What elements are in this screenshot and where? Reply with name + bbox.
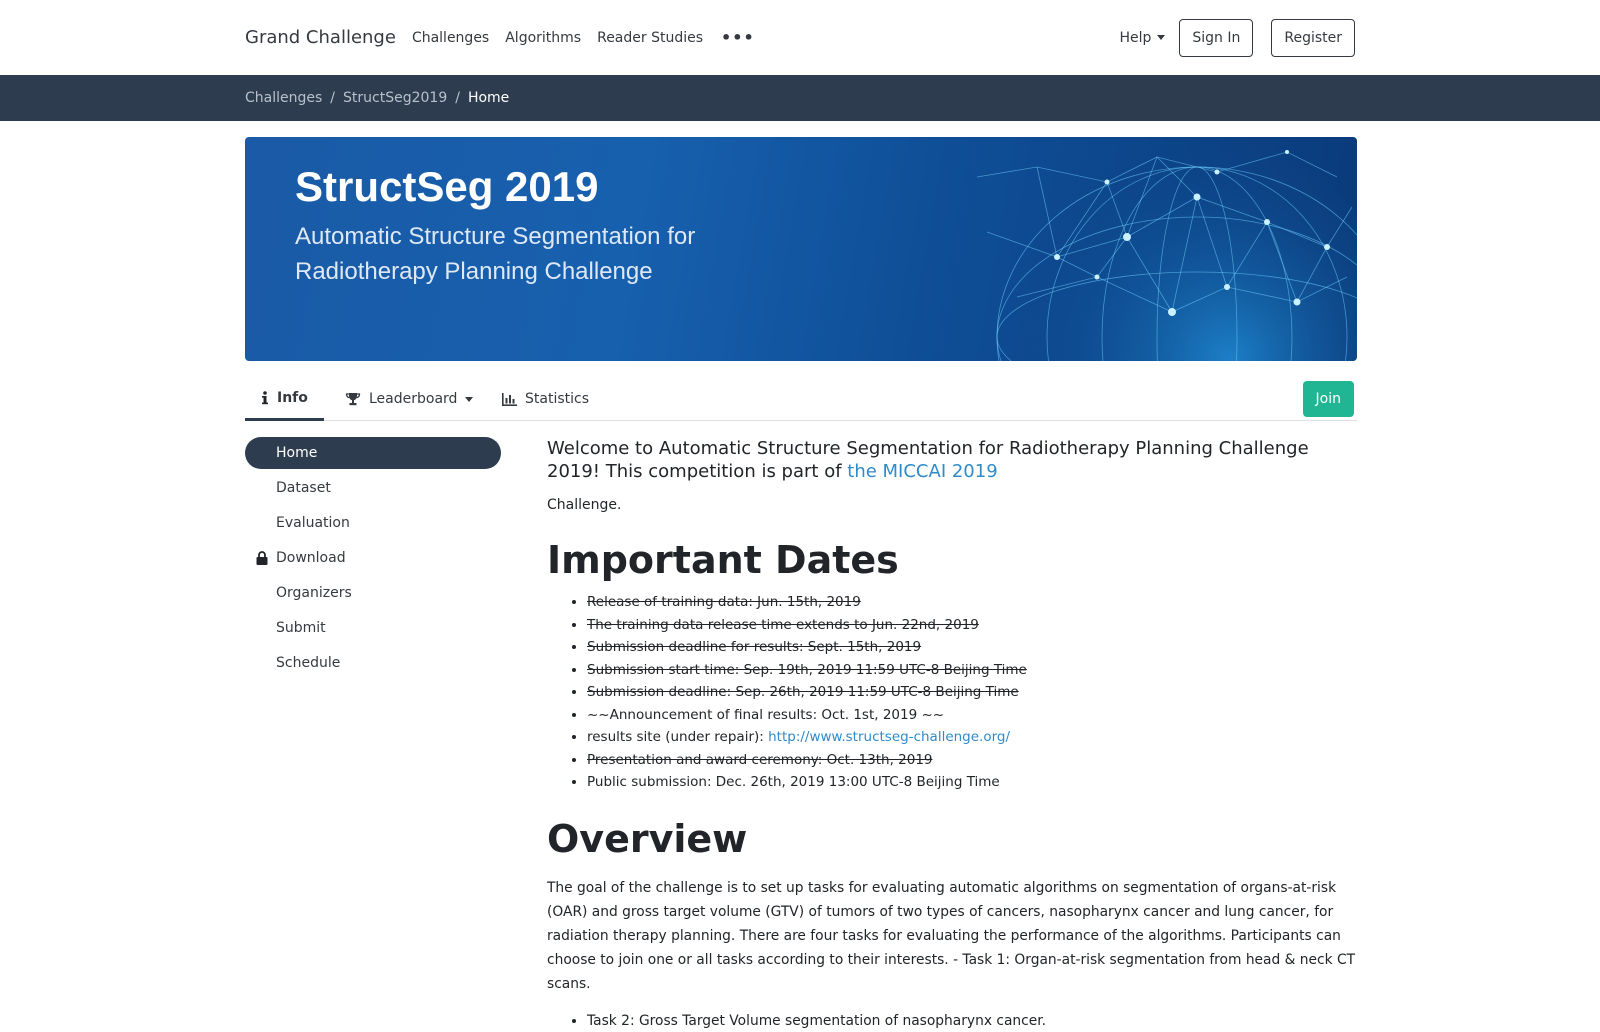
- main-content: Welcome to Automatic Structure Segmentat…: [547, 437, 1357, 1032]
- sidebar-item-home[interactable]: Home: [245, 437, 501, 469]
- help-dropdown[interactable]: Help: [1119, 29, 1166, 46]
- welcome-text: Welcome to Automatic Structure Segmentat…: [547, 437, 1357, 483]
- sidebar-nav: Home Dataset Evaluation Download Organiz…: [245, 437, 501, 682]
- chart-bar-icon: [502, 392, 517, 406]
- breadcrumb-home: Home: [467, 90, 510, 106]
- sidebar-item-label: Organizers: [276, 585, 352, 601]
- tab-statistics-label: Statistics: [525, 391, 589, 407]
- breadcrumb: Challenges / StructSeg2019 / Home: [245, 75, 509, 121]
- sidebar-item-label: Submit: [276, 620, 326, 636]
- nav-links: Challenges Algorithms Reader Studies •••: [412, 28, 755, 47]
- nav-link-algorithms[interactable]: Algorithms: [505, 30, 581, 46]
- sidebar-item-label: Download: [276, 550, 346, 566]
- tab-info[interactable]: Info: [245, 377, 324, 421]
- list-item: Task 2: Gross Target Volume segmentation…: [587, 1010, 1357, 1032]
- sidebar-item-label: Dataset: [276, 480, 331, 496]
- nav-right: Help Sign In Register: [1119, 18, 1355, 57]
- breadcrumb-separator: /: [330, 90, 336, 106]
- help-label: Help: [1119, 29, 1152, 46]
- sidebar-item-label: Schedule: [276, 655, 341, 671]
- tab-leaderboard-label: Leaderboard: [369, 391, 458, 407]
- breadcrumb-structseg2019[interactable]: StructSeg2019: [343, 90, 447, 106]
- info-icon: [262, 390, 268, 404]
- lock-icon: [256, 551, 268, 565]
- sidebar-item-label: Home: [276, 445, 318, 461]
- register-button[interactable]: Register: [1271, 18, 1355, 57]
- tab-info-label: Info: [277, 389, 308, 406]
- brand-link[interactable]: Grand Challenge: [245, 27, 396, 48]
- top-navbar: Grand Challenge Challenges Algorithms Re…: [0, 0, 1600, 75]
- more-menu-icon[interactable]: •••: [721, 28, 755, 47]
- list-item: ~~Announcement of final results: Oct. 1s…: [587, 704, 1357, 727]
- chevron-down-icon: [1157, 35, 1166, 40]
- sidebar-item-label: Evaluation: [276, 515, 350, 531]
- banner-title: StructSeg 2019: [295, 163, 599, 210]
- list-item: Public submission: Dec. 26th, 2019 13:00…: [587, 771, 1357, 794]
- sidebar-item-submit[interactable]: Submit: [245, 612, 501, 644]
- list-item: Submission start time: Sep. 19th, 2019 1…: [587, 659, 1357, 682]
- breadcrumb-bar: Challenges / StructSeg2019 / Home: [0, 75, 1600, 121]
- sidebar-item-dataset[interactable]: Dataset: [245, 472, 501, 504]
- breadcrumb-challenges[interactable]: Challenges: [245, 90, 322, 106]
- list-item: The training data release time extends t…: [587, 614, 1357, 637]
- list-item: results site (under repair): http://www.…: [587, 726, 1357, 749]
- challenge-tabs: Info Leaderboard Statistics Join: [245, 377, 1357, 421]
- list-item: Presentation and award ceremony: Oct. 13…: [587, 749, 1357, 772]
- join-button[interactable]: Join: [1302, 381, 1354, 417]
- nav-link-challenges[interactable]: Challenges: [412, 30, 489, 46]
- important-dates-heading: Important Dates: [547, 538, 899, 582]
- overview-heading: Overview: [547, 816, 748, 861]
- tab-leaderboard[interactable]: Leaderboard: [345, 377, 474, 421]
- list-item: Submission deadline for results: Sept. 1…: [587, 636, 1357, 659]
- chevron-down-icon: [465, 396, 474, 402]
- sidebar-item-evaluation[interactable]: Evaluation: [245, 507, 501, 539]
- important-dates-list: Release of training data: Jun. 15th, 201…: [547, 591, 1357, 794]
- sidebar-item-schedule[interactable]: Schedule: [245, 647, 501, 679]
- challenge-text: Challenge.: [547, 497, 622, 513]
- list-item: Release of training data: Jun. 15th, 201…: [587, 591, 1357, 614]
- sidebar-item-download[interactable]: Download: [245, 542, 501, 574]
- list-item: Submission deadline: Sep. 26th, 2019 11:…: [587, 681, 1357, 704]
- network-globe-graphic: [976, 137, 1357, 361]
- tasks-list: Task 2: Gross Target Volume segmentation…: [547, 1010, 1357, 1032]
- results-site-link[interactable]: http://www.structseg-challenge.org/: [768, 729, 1010, 745]
- miccai-link[interactable]: the MICCAI 2019: [847, 461, 997, 482]
- sign-in-button[interactable]: Sign In: [1179, 18, 1254, 57]
- banner-subtitle: Automatic Structure Segmentation for Rad…: [295, 223, 696, 285]
- tab-statistics[interactable]: Statistics: [502, 377, 589, 421]
- nav-link-reader-studies[interactable]: Reader Studies: [597, 30, 703, 46]
- overview-paragraph: The goal of the challenge is to set up t…: [547, 879, 1356, 992]
- breadcrumb-separator: /: [455, 90, 460, 106]
- challenge-banner: StructSeg 2019 Automatic Structure Segme…: [245, 137, 1357, 361]
- sidebar-item-organizers[interactable]: Organizers: [245, 577, 501, 609]
- trophy-icon: [345, 393, 361, 406]
